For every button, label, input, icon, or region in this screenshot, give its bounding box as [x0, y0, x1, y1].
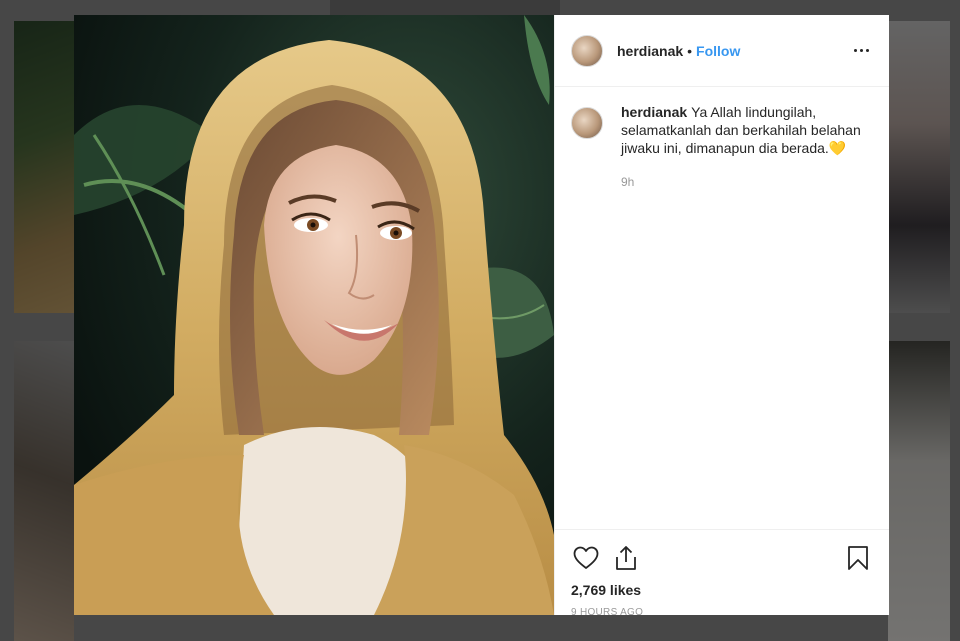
- caption-comment: herdianak Ya Allah lindungilah, selamatka…: [571, 103, 873, 191]
- avatar[interactable]: [571, 34, 603, 67]
- caption-timestamp[interactable]: 9h: [621, 173, 871, 191]
- post-timestamp[interactable]: 9 HOURS AGO: [571, 607, 873, 618]
- heart-icon[interactable]: [571, 543, 601, 573]
- more-options-icon[interactable]: [849, 39, 873, 63]
- separator-dot: •: [687, 42, 693, 59]
- share-icon[interactable]: [611, 543, 641, 573]
- post-actions: 2,769 likes 9 HOURS AGO: [555, 529, 889, 618]
- post-sidebar: herdianak • Follow herdianak Ya Allah lin…: [554, 15, 889, 618]
- username-link[interactable]: herdianak: [617, 43, 683, 59]
- post-header: herdianak • Follow: [555, 15, 889, 87]
- bookmark-icon[interactable]: [843, 543, 873, 573]
- likes-count[interactable]: 2,769 likes: [571, 582, 873, 598]
- portrait-image: [74, 15, 554, 615]
- comments-section: herdianak Ya Allah lindungilah, selamatka…: [555, 87, 889, 529]
- yellow-heart-emoji: 💛: [828, 140, 847, 156]
- post-photo[interactable]: [74, 15, 554, 615]
- avatar[interactable]: [571, 107, 603, 139]
- follow-button[interactable]: Follow: [696, 43, 740, 59]
- caption-username[interactable]: herdianak: [621, 104, 687, 120]
- post-modal: herdianak • Follow herdianak Ya Allah lin…: [74, 15, 889, 618]
